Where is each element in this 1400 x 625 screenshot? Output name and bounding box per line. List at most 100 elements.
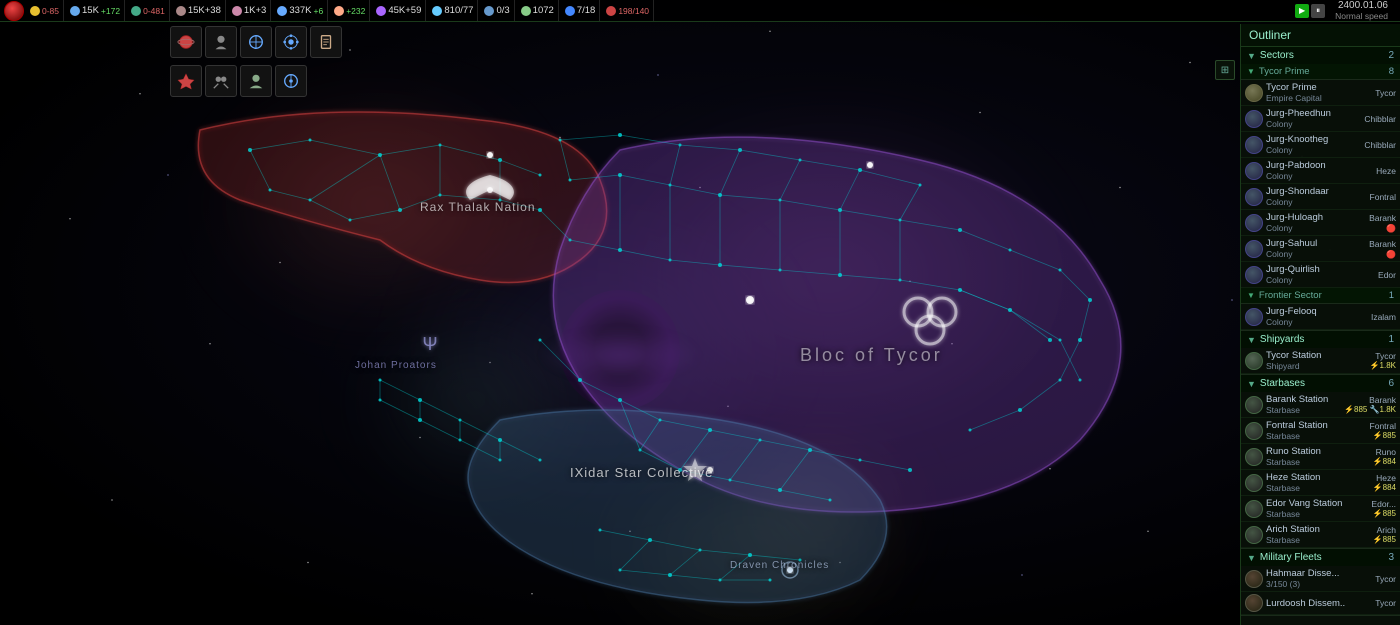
sectors-section-header[interactable]: ▼ Sectors 2	[1241, 47, 1400, 64]
starbase-info: Arich Station Starbase	[1266, 524, 1370, 545]
list-item[interactable]: Barank Station Starbase Barank ⚡885 🔧1.8…	[1241, 392, 1400, 418]
starbase-info: Edor Vang Station Starbase	[1266, 498, 1368, 519]
resource-energy: 0-85	[26, 0, 64, 21]
list-item[interactable]: Edor Vang Station Starbase Edor... ⚡885	[1241, 496, 1400, 522]
tycor-prime-header[interactable]: ▼ Tycor Prime 8	[1241, 64, 1400, 80]
sectors-label: Sectors	[1260, 50, 1294, 61]
planet-loc: Fontral	[1370, 192, 1396, 202]
starbase-loc: Fontral ⚡885	[1370, 421, 1396, 440]
list-item[interactable]: Heze Station Starbase Heze ⚡884	[1241, 470, 1400, 496]
energy-badge: ⚡1.8K	[1370, 361, 1396, 370]
planet-info: Jurg-Shondaar Colony	[1266, 186, 1367, 207]
starbases-label: Starbases	[1260, 378, 1305, 389]
planet-info: Jurg-Felooq Colony	[1266, 306, 1368, 327]
planet-info: Jurg-Huloagh Colony	[1266, 212, 1366, 233]
starbase-avatar	[1245, 526, 1263, 544]
list-item[interactable]: Lurdoosh Dissem.. Tycor	[1241, 592, 1400, 615]
toolbar-military[interactable]	[170, 65, 202, 97]
list-item[interactable]: Jurg-Shondaar Colony Fontral	[1241, 184, 1400, 210]
list-item[interactable]: Jurg-Knootheg Colony Chibblar	[1241, 132, 1400, 158]
starbases-section-header[interactable]: ▼ Starbases 6	[1241, 375, 1400, 392]
planet-info: Tycor Prime Empire Capital	[1266, 82, 1372, 103]
list-item[interactable]: Arich Station Starbase Arich ⚡885	[1241, 522, 1400, 548]
list-item[interactable]: Jurg-Felooq Colony Izalam	[1241, 304, 1400, 330]
pop-icon	[521, 6, 531, 16]
crisis-icon	[606, 6, 616, 16]
alloys-icon	[176, 6, 186, 16]
pause-button[interactable]: ⏸	[1311, 4, 1325, 18]
starbase-avatar	[1245, 422, 1263, 440]
planet-loc: Izalam	[1371, 312, 1396, 322]
list-item[interactable]: Jurg-Sahuul Colony Barank 🔴	[1241, 236, 1400, 262]
list-item[interactable]: Tycor Prime Empire Capital Tycor	[1241, 80, 1400, 106]
planet-loc: Heze	[1376, 166, 1396, 176]
toolbar-species[interactable]	[205, 26, 237, 58]
shipyard-loc: Tycor ⚡1.8K	[1370, 351, 1396, 370]
military-fleets-label: Military Fleets	[1260, 552, 1322, 563]
list-item[interactable]: Jurg-Pabdoon Colony Heze	[1241, 158, 1400, 184]
minerals-icon	[70, 6, 80, 16]
resource-crisis: 198/140	[602, 0, 654, 21]
resource-consumer: 1K+3	[228, 0, 271, 21]
toolbar-planets[interactable]	[170, 26, 202, 58]
frontier-sector-header[interactable]: ▼ Frontier Sector 1	[1241, 288, 1400, 304]
fleet-info: Lurdoosh Dissem..	[1266, 598, 1372, 609]
shipyards-section-header[interactable]: ▼ Shipyards 1	[1241, 331, 1400, 348]
list-item[interactable]: Jurg-Quirlish Colony Edor	[1241, 262, 1400, 288]
toolbar-policies[interactable]	[310, 26, 342, 58]
toolbar-factions[interactable]	[205, 65, 237, 97]
shipyards-arrow: ▼	[1247, 335, 1256, 345]
list-item[interactable]: Jurg-Pheedhun Colony Chibblar	[1241, 106, 1400, 132]
planet-avatar	[1245, 84, 1263, 102]
planet-loc: Edor	[1378, 270, 1396, 280]
game-clock: 2400.01.06 Normal speed	[1327, 0, 1396, 21]
energy-badge: ⚡885	[1371, 509, 1396, 518]
energy-badge: ⚡885	[1370, 431, 1396, 440]
starbase-loc: Arich ⚡885	[1373, 525, 1396, 544]
toolbar-map[interactable]	[240, 26, 272, 58]
frontier-label: Frontier Sector	[1259, 290, 1322, 301]
toolbar-row1	[170, 26, 342, 58]
planet-avatar	[1245, 240, 1263, 258]
toolbar-contacts[interactable]	[275, 65, 307, 97]
energy-badge: ⚡885	[1373, 535, 1396, 544]
outliner-panel: Outliner ▼ Sectors 2 ▼ Tycor Prime 8 Tyc…	[1240, 24, 1400, 625]
energy-badge: ⚡884	[1373, 483, 1396, 492]
minimap-button[interactable]: ⊞	[1215, 60, 1235, 80]
outliner-section-sectors: ▼ Sectors 2 ▼ Tycor Prime 8 Tycor Prime …	[1241, 47, 1400, 331]
starbase-loc: Heze ⚡884	[1373, 473, 1396, 492]
planet-loc: Barank 🔴	[1369, 213, 1396, 233]
military-fleets-count: 3	[1388, 552, 1394, 563]
shipyards-label: Shipyards	[1260, 334, 1304, 345]
play-button[interactable]: ▶	[1295, 4, 1309, 18]
starbase-avatar	[1245, 448, 1263, 466]
starbase-loc: Barank ⚡885 🔧1.8K	[1344, 395, 1396, 414]
list-item[interactable]: Runo Station Starbase Runo ⚡884	[1241, 444, 1400, 470]
list-item[interactable]: Jurg-Huloagh Colony Barank 🔴	[1241, 210, 1400, 236]
list-item[interactable]: Fontral Station Starbase Fontral ⚡885	[1241, 418, 1400, 444]
energy-icon	[30, 6, 40, 16]
planet-avatar	[1245, 266, 1263, 284]
starbases-count: 6	[1388, 378, 1394, 389]
svg-text:Ψ: Ψ	[422, 334, 437, 354]
starbase-loc: Edor... ⚡885	[1371, 499, 1396, 518]
fleet-avatar	[1245, 570, 1263, 588]
fleet-loc: Tycor	[1375, 598, 1396, 608]
planet-avatar	[1245, 136, 1263, 154]
starbases-arrow: ▼	[1247, 379, 1256, 389]
resource-fleet: 810/77	[428, 0, 478, 21]
planet-avatar	[1245, 110, 1263, 128]
resource-stability: 7/18	[561, 0, 601, 21]
toolbar-leaders[interactable]	[240, 65, 272, 97]
outliner-section-military-fleets: ▼ Military Fleets 3 Hahmaar Disse... 3/1…	[1241, 549, 1400, 616]
military-fleets-arrow: ▼	[1247, 553, 1256, 563]
faction-avatar[interactable]	[4, 1, 24, 21]
fleet-icon	[432, 6, 442, 16]
military-fleets-header[interactable]: ▼ Military Fleets 3	[1241, 549, 1400, 566]
starbase-info: Heze Station Starbase	[1266, 472, 1370, 493]
alert-icon: 🔴	[1386, 250, 1396, 259]
planet-info: Jurg-Quirlish Colony	[1266, 264, 1375, 285]
list-item[interactable]: Hahmaar Disse... 3/150 (3) Tycor	[1241, 566, 1400, 592]
list-item[interactable]: Tycor Station Shipyard Tycor ⚡1.8K	[1241, 348, 1400, 374]
toolbar-tech[interactable]	[275, 26, 307, 58]
